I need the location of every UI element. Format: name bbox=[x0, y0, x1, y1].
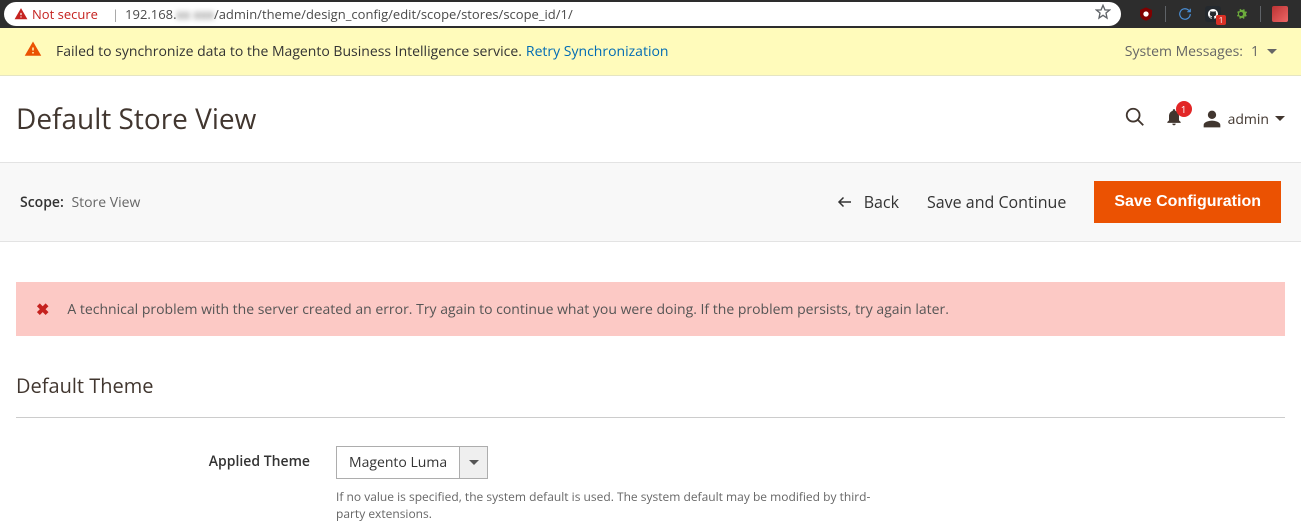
header-actions: 1 admin bbox=[1124, 106, 1285, 133]
default-theme-section: Default Theme Applied Theme Magento Luma… bbox=[16, 372, 1285, 523]
select-dropdown-button[interactable] bbox=[459, 447, 487, 478]
scope-label: Scope: Store View bbox=[20, 193, 140, 212]
error-text: A technical problem with the server crea… bbox=[67, 300, 949, 319]
page-header: Default Store View 1 admin bbox=[0, 76, 1301, 162]
back-button[interactable]: Back bbox=[836, 191, 899, 213]
save-configuration-button[interactable]: Save Configuration bbox=[1094, 181, 1281, 223]
sys-msg-count: 1 bbox=[1251, 42, 1259, 61]
warning-icon bbox=[24, 40, 42, 63]
ext-separator bbox=[1165, 6, 1166, 22]
retry-sync-link[interactable]: Retry Synchronization bbox=[526, 42, 669, 61]
url-host-blurred: xx xxx bbox=[177, 5, 214, 23]
applied-theme-control: Magento Luma If no value is specified, t… bbox=[336, 446, 1285, 523]
url-path: /admin/theme/design_config/edit/scope/st… bbox=[214, 5, 573, 23]
section-title: Default Theme bbox=[16, 372, 1285, 418]
applied-theme-select[interactable]: Magento Luma bbox=[336, 446, 488, 479]
toolbar-actions: Back Save and Continue Save Configuratio… bbox=[836, 181, 1281, 223]
url-host: 192.168. bbox=[125, 5, 176, 23]
github-ext-icon[interactable]: 1 bbox=[1204, 5, 1222, 23]
warning-triangle-icon bbox=[14, 7, 28, 21]
system-message-count[interactable]: System Messages: 1 bbox=[1125, 42, 1277, 61]
error-message: ✖ A technical problem with the server cr… bbox=[16, 282, 1285, 336]
notifications-icon[interactable]: 1 bbox=[1164, 107, 1184, 132]
arrow-left-icon bbox=[836, 193, 854, 211]
admin-user-label: admin bbox=[1228, 110, 1269, 129]
system-message-bar: Failed to synchronize data to the Magent… bbox=[0, 28, 1301, 76]
applied-theme-row: Applied Theme Magento Luma If no value i… bbox=[16, 446, 1285, 523]
bookmark-star-icon[interactable] bbox=[1095, 4, 1111, 24]
user-icon bbox=[1202, 109, 1222, 129]
caret-down-icon bbox=[1275, 114, 1285, 124]
gear-ext-icon[interactable] bbox=[1232, 5, 1250, 23]
admin-user-menu[interactable]: admin bbox=[1202, 109, 1285, 129]
ublock-icon[interactable] bbox=[1137, 5, 1155, 23]
system-message-text: Failed to synchronize data to the Magent… bbox=[56, 42, 522, 61]
applied-theme-note: If no value is specified, the system def… bbox=[336, 489, 896, 523]
save-continue-button[interactable]: Save and Continue bbox=[927, 191, 1066, 213]
page-toolbar: Scope: Store View Back Save and Continue… bbox=[0, 162, 1301, 242]
back-label: Back bbox=[864, 191, 899, 213]
caret-down-icon bbox=[469, 458, 479, 468]
url-divider: | bbox=[112, 5, 119, 23]
notification-badge: 1 bbox=[1176, 101, 1192, 117]
page-title: Default Store View bbox=[16, 100, 256, 138]
url-bar[interactable]: Not secure | 192.168. xx xxx /admin/them… bbox=[4, 2, 1121, 26]
error-x-icon: ✖ bbox=[36, 298, 49, 320]
ext-separator bbox=[1260, 6, 1261, 22]
ext-badge: 1 bbox=[1216, 15, 1226, 25]
not-secure-indicator: Not secure bbox=[14, 5, 98, 23]
not-secure-label: Not secure bbox=[32, 5, 98, 23]
applied-theme-label: Applied Theme bbox=[16, 446, 336, 471]
scope-value: Store View bbox=[71, 193, 140, 212]
applied-theme-value: Magento Luma bbox=[337, 447, 459, 478]
scope-label-text: Scope: bbox=[20, 193, 64, 212]
browser-chrome: Not secure | 192.168. xx xxx /admin/them… bbox=[0, 0, 1301, 28]
refresh-ext-icon[interactable] bbox=[1176, 5, 1194, 23]
profile-ext-icon[interactable] bbox=[1271, 5, 1289, 23]
sys-msg-label: System Messages: bbox=[1125, 42, 1243, 61]
search-icon[interactable] bbox=[1124, 106, 1146, 133]
browser-extensions: 1 bbox=[1129, 5, 1297, 23]
caret-down-icon bbox=[1267, 47, 1277, 57]
